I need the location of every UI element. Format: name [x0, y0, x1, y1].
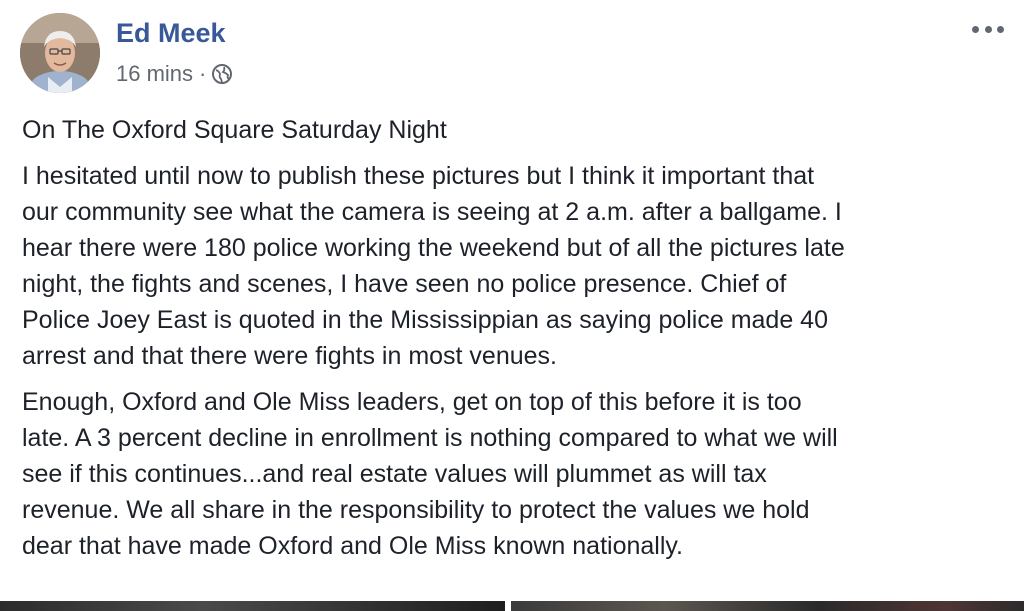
photo-strip — [0, 601, 1024, 611]
more-dot — [984, 25, 992, 33]
post-paragraph: Enough, Oxford and Ole Miss leaders, get… — [22, 388, 838, 560]
post-meta: 16 mins · — [116, 61, 233, 87]
post-paragraph: I hesitated until now to publish these p… — [22, 162, 845, 370]
more-dot — [972, 25, 979, 33]
author-avatar[interactable] — [20, 13, 100, 93]
more-options-icon[interactable] — [972, 18, 1004, 40]
more-dot — [997, 25, 1004, 33]
author-name[interactable]: Ed Meek — [116, 18, 226, 49]
avatar-portrait-icon — [20, 13, 100, 93]
meta-separator: · — [199, 61, 207, 86]
globe-icon[interactable] — [211, 63, 233, 85]
facebook-post: Ed Meek 16 mins · On The Oxford Square S… — [0, 0, 1024, 611]
post-title-paragraph: On The Oxford Square Saturday Night — [22, 116, 447, 144]
post-photo[interactable] — [511, 601, 1024, 611]
post-content: On The Oxford Square Saturday Night I he… — [22, 112, 1002, 574]
post-timestamp[interactable]: 16 mins — [116, 61, 193, 87]
post-photo[interactable] — [0, 601, 505, 611]
